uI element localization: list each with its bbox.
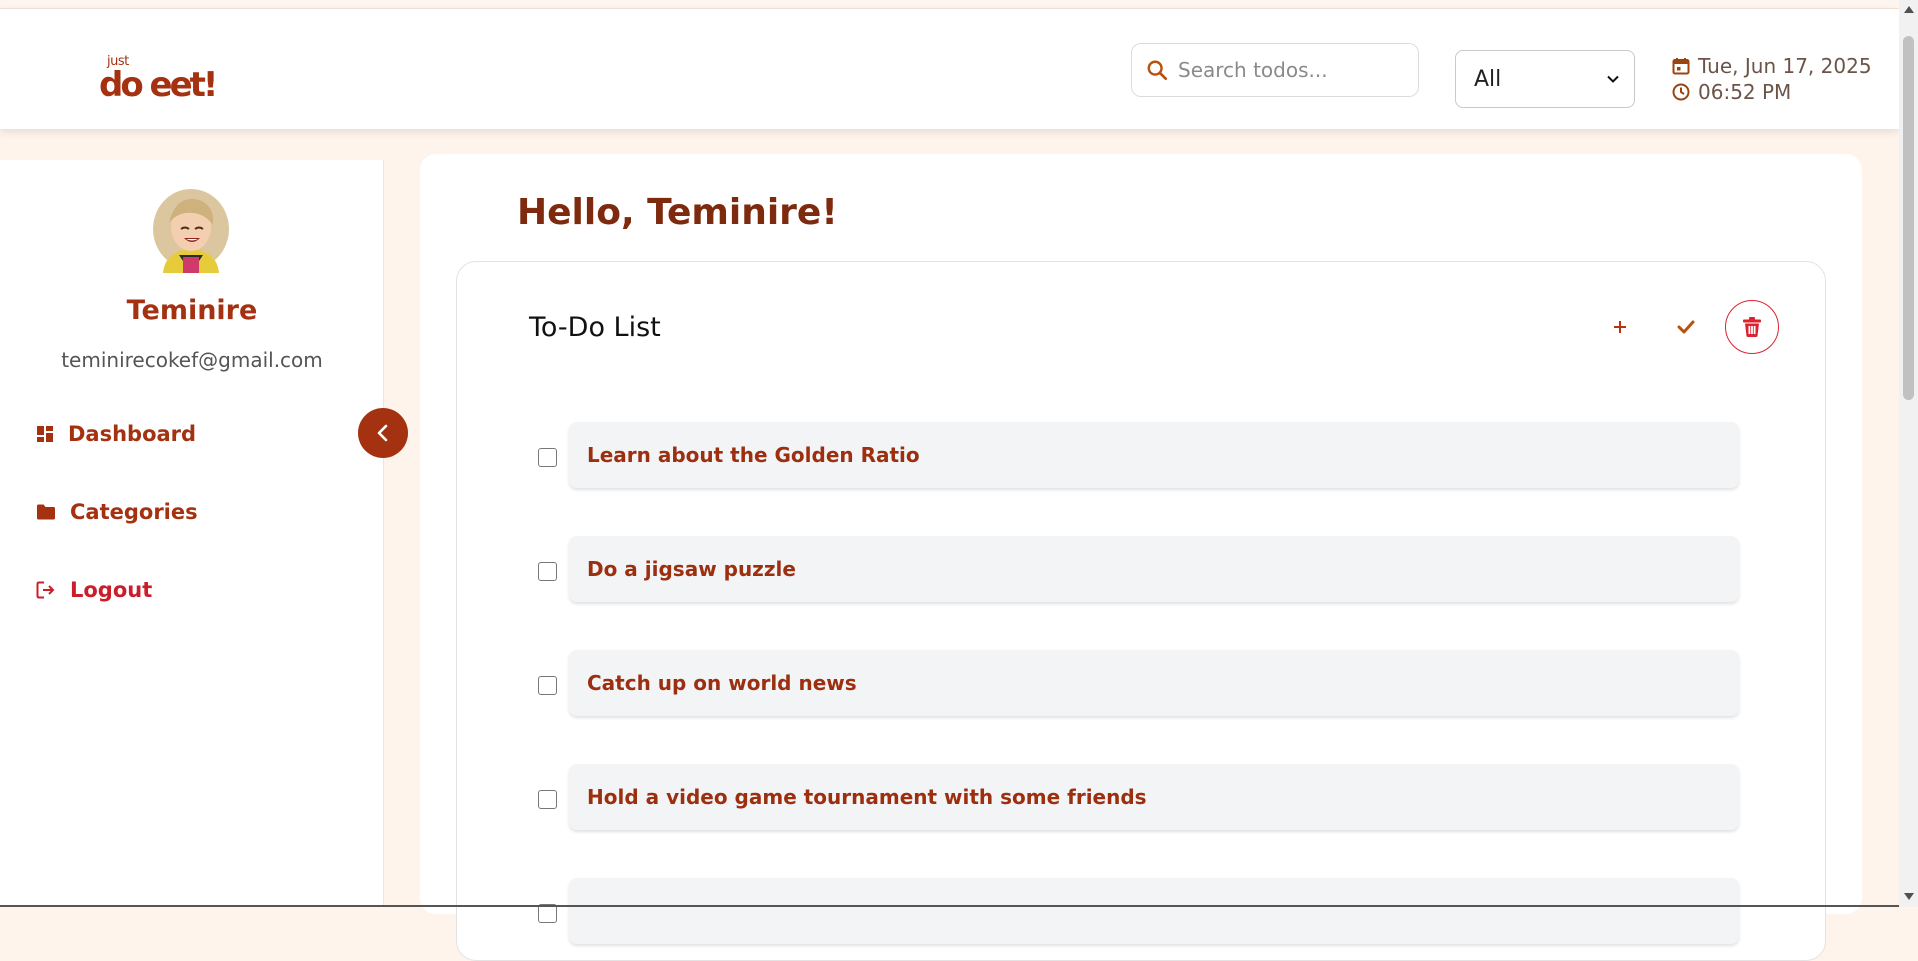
current-date: Tue, Jun 17, 2025 — [1698, 54, 1872, 78]
todo-item: Catch up on world news — [538, 650, 1752, 716]
add-todo-button[interactable] — [1593, 300, 1647, 354]
main-content: Hello, Teminire! To-Do List Learn about … — [420, 154, 1862, 961]
todo-item: Hold a video game tournament with some f… — [538, 764, 1752, 830]
todo-checkbox[interactable] — [538, 676, 557, 695]
sidebar-item-label: Categories — [70, 500, 198, 524]
folder-icon — [37, 504, 55, 520]
check-icon — [1677, 320, 1695, 334]
todo-item-text[interactable] — [569, 878, 1739, 944]
todo-checkbox[interactable] — [538, 448, 557, 467]
delete-todos-button[interactable] — [1725, 300, 1779, 354]
todo-list-card: To-Do List Learn about the Golden Ratio … — [456, 261, 1826, 961]
datetime-display: Tue, Jun 17, 2025 06:52 PM — [1672, 53, 1872, 105]
chevron-left-icon — [377, 424, 388, 442]
logout-icon — [36, 581, 55, 599]
avatar — [145, 185, 237, 277]
scroll-up-arrow-icon[interactable] — [1904, 6, 1914, 13]
current-time: 06:52 PM — [1698, 80, 1792, 104]
todo-item-text[interactable]: Learn about the Golden Ratio — [569, 422, 1739, 488]
search-icon — [1147, 60, 1168, 81]
top-strip — [0, 0, 1899, 9]
plus-icon — [1614, 321, 1626, 333]
collapse-sidebar-button[interactable] — [358, 408, 408, 458]
search-input[interactable] — [1178, 58, 1398, 82]
todo-item: Learn about the Golden Ratio — [538, 422, 1752, 488]
todo-item: Do a jigsaw puzzle — [538, 536, 1752, 602]
dashboard-icon — [37, 426, 53, 442]
user-email: teminirecokef@gmail.com — [61, 348, 323, 372]
sidebar-item-dashboard[interactable]: Dashboard — [36, 422, 196, 446]
todo-list-title: To-Do List — [529, 312, 661, 343]
mark-complete-button[interactable] — [1659, 300, 1713, 354]
sidebar-item-label: Logout — [70, 578, 153, 602]
todo-item-text[interactable]: Hold a video game tournament with some f… — [569, 764, 1739, 830]
calendar-icon — [1672, 58, 1690, 75]
chevron-down-icon — [1607, 75, 1619, 83]
scrollbar-thumb[interactable] — [1903, 36, 1914, 400]
category-filter-select[interactable]: All — [1455, 50, 1635, 108]
app-header: just do eet! All Tue, Jun 17, 2025 — [0, 9, 1899, 129]
page-scrollbar[interactable] — [1899, 0, 1918, 907]
logo-big-text: do eet! — [99, 65, 218, 105]
scroll-down-arrow-icon[interactable] — [1904, 893, 1914, 900]
todo-item-text[interactable]: Catch up on world news — [569, 650, 1739, 716]
todo-item-text[interactable]: Do a jigsaw puzzle — [569, 536, 1739, 602]
search-box — [1131, 43, 1419, 97]
clock-icon — [1672, 83, 1690, 101]
filter-selected-value: All — [1474, 66, 1502, 92]
greeting-title: Hello, Teminire! — [517, 192, 838, 233]
todo-item — [538, 878, 1752, 944]
user-name: Teminire — [126, 295, 258, 326]
sidebar: Teminire teminirecokef@gmail.com Dashboa… — [0, 160, 408, 907]
sidebar-item-logout[interactable]: Logout — [36, 578, 152, 602]
sidebar-item-label: Dashboard — [68, 422, 197, 446]
trash-icon — [1743, 317, 1761, 337]
sidebar-item-categories[interactable]: Categories — [36, 500, 198, 524]
todo-checkbox[interactable] — [538, 790, 557, 809]
todo-checkbox[interactable] — [538, 562, 557, 581]
